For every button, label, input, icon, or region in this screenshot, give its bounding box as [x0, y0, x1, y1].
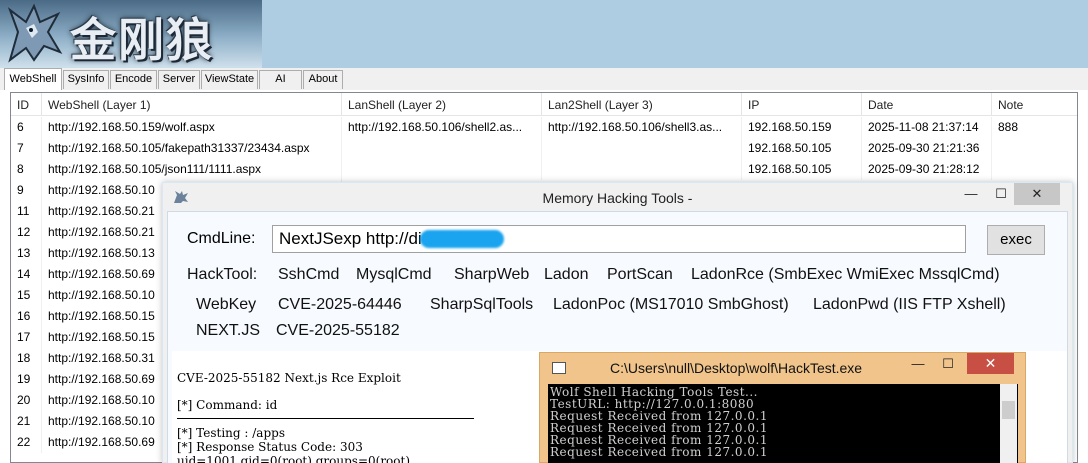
tab-sysinfo[interactable]: SysInfo [63, 70, 109, 89]
table-cell-id[interactable]: 11 [11, 201, 42, 222]
console-window: C:\Users\null\Desktop\wolf\HackTest.exe … [539, 352, 1026, 463]
tool-webkey[interactable]: WebKey [196, 296, 256, 314]
tool-sshcmd[interactable]: SshCmd [278, 266, 339, 284]
column-header-note[interactable]: Note [992, 93, 1077, 116]
table-cell-id[interactable]: 7 [11, 138, 42, 159]
table-cell-id[interactable]: 17 [11, 327, 42, 348]
app-logo: 金刚狼 [0, 0, 262, 68]
column-header-lanshell[interactable]: LanShell (Layer 2) [342, 93, 542, 116]
tool-portscan[interactable]: PortScan [607, 266, 673, 284]
column-header-ip[interactable]: IP [742, 93, 862, 116]
minimize-button[interactable]: — [957, 183, 985, 205]
column-header-id[interactable]: ID [11, 93, 42, 116]
tab-about[interactable]: About [303, 70, 343, 89]
scrollbar-thumb[interactable] [1002, 401, 1015, 419]
tool-sharpweb[interactable]: SharpWeb [454, 266, 529, 284]
exec-button[interactable]: exec [987, 225, 1045, 255]
table-cell-id[interactable]: 18 [11, 348, 42, 369]
console-scrollbar[interactable] [1000, 384, 1017, 463]
tab-encode[interactable]: Encode [110, 70, 157, 89]
tab-bar: WebShell SysInfo Encode Server ViewState… [0, 68, 1088, 90]
output-line: uid=1001 gid=0(root) groups=0(root) [177, 454, 411, 463]
table-cell-id[interactable]: 6 [11, 117, 42, 138]
console-output[interactable]: Wolf Shell Hacking Tools Test... TestURL… [548, 384, 1018, 463]
column-header-lan2shell[interactable]: Lan2Shell (Layer 3) [542, 93, 742, 116]
tab-server[interactable]: Server [158, 70, 200, 89]
table-cell-id[interactable]: 12 [11, 222, 42, 243]
table-cell-lan2[interactable] [542, 159, 742, 180]
tool-cve-2025-55182[interactable]: CVE-2025-55182 [276, 322, 400, 340]
output-line: CVE-2025-55182 Next.js Rce Exploit [177, 371, 401, 385]
table-cell-id[interactable]: 20 [11, 390, 42, 411]
console-line: Request Received from 127.0.0.1 [550, 445, 768, 459]
table-cell-ip[interactable]: 192.168.50.105 [742, 159, 862, 180]
table-cell-webshell[interactable]: http://192.168.50.159/wolf.aspx [42, 117, 342, 138]
table-cell-lan[interactable]: http://192.168.50.106/shell2.as... [342, 117, 542, 138]
maximize-button[interactable]: ☐ [934, 353, 962, 374]
table-cell-id[interactable]: 9 [11, 180, 42, 201]
close-button[interactable]: ✕ [1014, 183, 1060, 205]
table-cell-id[interactable]: 8 [11, 159, 42, 180]
dialog-title: Memory Hacking Tools - [542, 190, 693, 206]
table-cell-date[interactable]: 2025-09-30 21:21:36 [862, 138, 992, 159]
table-cell-date[interactable]: 2025-11-08 21:37:14 [862, 117, 992, 138]
tab-viewstate[interactable]: ViewState [201, 70, 258, 89]
table-cell-id[interactable]: 13 [11, 243, 42, 264]
table-cell-lan2[interactable] [542, 138, 742, 159]
console-title: C:\Users\null\Desktop\wolf\HackTest.exe [610, 360, 863, 376]
table-cell-note[interactable] [992, 159, 1077, 180]
tool-ladonpoc[interactable]: LadonPoc (MS17010 SmbGhost) [553, 296, 789, 314]
tool-ladonrce[interactable]: LadonRce (SmbExec WmiExec MssqlCmd) [691, 266, 1000, 284]
column-header-webshell[interactable]: WebShell (Layer 1) [42, 93, 342, 116]
column-header-date[interactable]: Date [862, 93, 992, 116]
table-cell-id[interactable]: 15 [11, 285, 42, 306]
table-cell-date[interactable]: 2025-09-30 21:28:12 [862, 159, 992, 180]
table-cell-id[interactable]: 22 [11, 432, 42, 453]
table-cell-webshell[interactable]: http://192.168.50.105/fakepath31337/2343… [42, 138, 342, 159]
table-cell-id[interactable]: 16 [11, 306, 42, 327]
tool-nextjs[interactable]: NEXT.JS [196, 322, 260, 340]
tab-webshell[interactable]: WebShell [4, 68, 62, 90]
hacktool-label: HackTool: [187, 266, 258, 283]
console-titlebar[interactable]: C:\Users\null\Desktop\wolf\HackTest.exe … [540, 353, 1025, 383]
dialog-titlebar[interactable]: Memory Hacking Tools - — ☐ ✕ [163, 183, 1072, 211]
minimize-button[interactable]: — [904, 353, 932, 374]
table-cell-lan[interactable] [342, 138, 542, 159]
redaction-mark [420, 230, 504, 248]
close-button[interactable]: ✕ [967, 353, 1014, 374]
tool-sharpsqltools[interactable]: SharpSqlTools [430, 296, 533, 314]
output-line: [*] Testing : /apps [177, 426, 285, 440]
table-cell-ip[interactable]: 192.168.50.159 [742, 117, 862, 138]
console-app-icon [552, 362, 566, 374]
table-cell-note[interactable] [992, 138, 1077, 159]
logo-text: 金刚狼 [70, 13, 214, 67]
output-divider [177, 418, 474, 419]
table-cell-lan2[interactable]: http://192.168.50.106/shell3.as... [542, 117, 742, 138]
cmdline-input[interactable]: NextJSexp http://di .ai id [272, 225, 966, 253]
table-cell-note[interactable]: 888 [992, 117, 1077, 138]
output-panel[interactable]: CVE-2025-55182 Next.js Rce Exploit [*] C… [172, 351, 536, 463]
cmdline-label: CmdLine: [187, 230, 256, 247]
table-cell-id[interactable]: 14 [11, 264, 42, 285]
table-cell-lan[interactable] [342, 159, 542, 180]
tool-ladonpwd[interactable]: LadonPwd (IIS FTP Xshell) [813, 296, 1006, 314]
output-line: [*] Response Status Code: 303 [177, 440, 363, 454]
wolf-icon [7, 3, 63, 63]
table-cell-id[interactable]: 21 [11, 411, 42, 432]
table-cell-webshell[interactable]: http://192.168.50.105/json111/1111.aspx [42, 159, 342, 180]
tool-ladon[interactable]: Ladon [544, 266, 589, 284]
maximize-button[interactable]: ☐ [987, 183, 1015, 205]
table-cell-id[interactable]: 19 [11, 369, 42, 390]
tab-ai[interactable]: AI [259, 70, 302, 89]
tool-mysqlcmd[interactable]: MysqlCmd [356, 266, 432, 284]
tool-cve-2025-64446[interactable]: CVE-2025-64446 [278, 296, 402, 314]
header-banner: 金刚狼 [0, 0, 1088, 68]
table-cell-ip[interactable]: 192.168.50.105 [742, 138, 862, 159]
output-line: [*] Command: id [177, 398, 278, 412]
